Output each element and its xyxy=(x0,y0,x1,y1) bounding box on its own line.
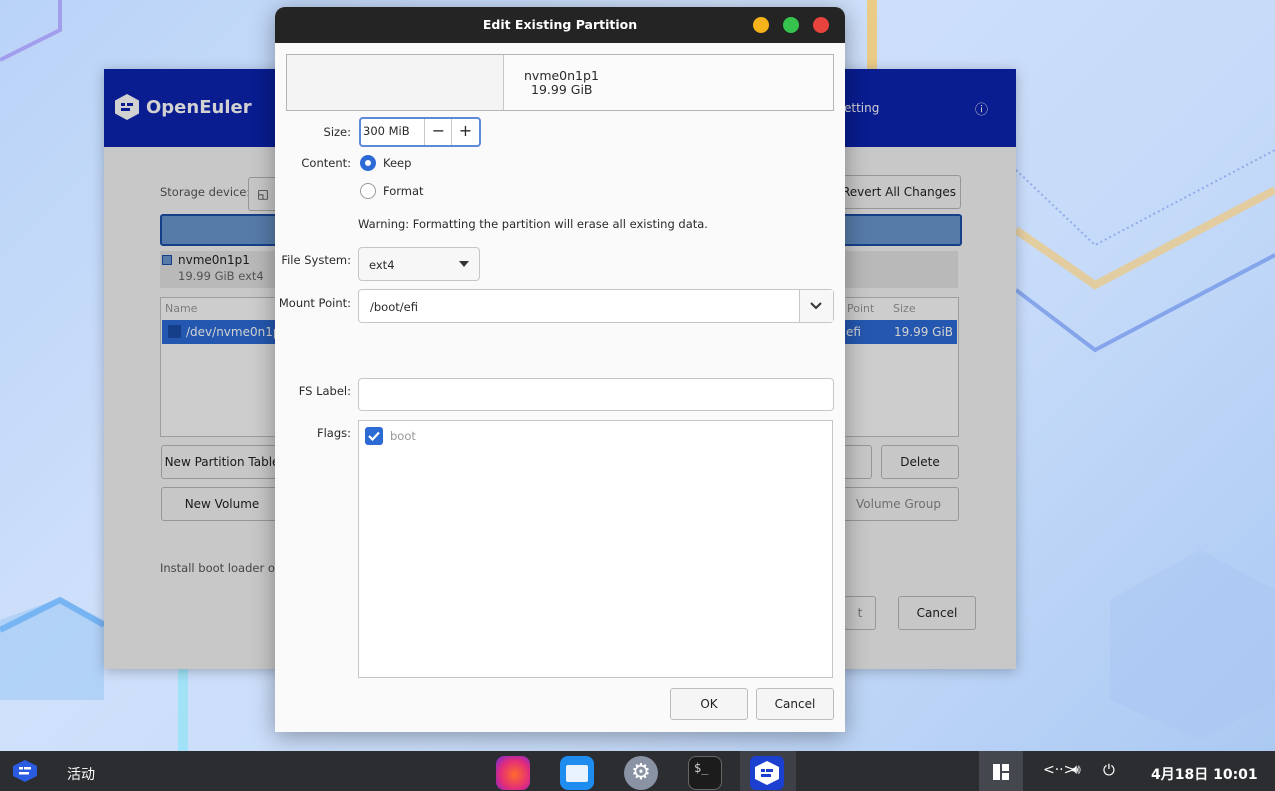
keep-label: Keep xyxy=(383,156,412,170)
mount-point-label: Mount Point: xyxy=(278,296,351,310)
filesystem-label: File System: xyxy=(281,253,351,267)
size-stepper[interactable]: 300 MiB − + xyxy=(359,117,481,147)
maximize-button[interactable] xyxy=(783,17,799,33)
size-label: Size: xyxy=(323,125,351,139)
network-icon[interactable]: <··> xyxy=(1043,762,1075,778)
openeuler-hex-icon xyxy=(755,761,779,785)
power-icon[interactable]: ⏻ xyxy=(1103,761,1115,779)
keep-radio[interactable] xyxy=(360,155,376,171)
minus-icon[interactable]: − xyxy=(424,119,452,145)
openeuler-installer-icon[interactable] xyxy=(750,756,784,790)
format-label: Format xyxy=(383,184,424,198)
taskbar: 活动 ⚙ $_ <··> 🔊︎ ⏻ 4月18日 10:01 xyxy=(0,751,1275,791)
edit-partition-dialog: Edit Existing Partition nvme0n1p1 19.99 … xyxy=(275,7,845,732)
mount-point-combo[interactable]: /boot/efi xyxy=(358,289,834,323)
partition-preview: nvme0n1p1 19.99 GiB xyxy=(286,54,834,111)
boot-flag-label: boot xyxy=(390,429,416,443)
layout-icon xyxy=(993,764,1009,780)
content-label: Content: xyxy=(301,156,351,170)
clock[interactable]: 4月18日 10:01 xyxy=(1151,764,1258,784)
plus-icon[interactable]: + xyxy=(451,119,479,145)
folder-shape xyxy=(566,765,588,782)
layout-switcher-button[interactable] xyxy=(979,751,1023,791)
dialog-cancel-button[interactable]: Cancel xyxy=(756,688,834,720)
openeuler-menu-icon[interactable] xyxy=(12,760,38,785)
partition-preview-segment xyxy=(287,55,504,110)
terminal-icon[interactable]: $_ xyxy=(688,756,722,790)
settings-icon[interactable]: ⚙ xyxy=(624,756,658,790)
preview-partition-name: nvme0n1p1 xyxy=(524,68,599,83)
format-warning: Warning: Formatting the partition will e… xyxy=(358,217,708,231)
flags-list: boot xyxy=(358,420,833,678)
firefox-icon[interactable] xyxy=(496,756,530,790)
close-button[interactable] xyxy=(813,17,829,33)
gear-icon: ⚙ xyxy=(631,760,651,785)
chevron-down-icon xyxy=(459,261,469,267)
fs-label-label: FS Label: xyxy=(298,384,351,398)
volume-icon[interactable]: 🔊︎ xyxy=(1072,762,1081,778)
boot-flag-checkbox[interactable] xyxy=(365,427,383,445)
flags-label: Flags: xyxy=(316,426,351,440)
minimize-button[interactable] xyxy=(753,17,769,33)
partition-preview-info: nvme0n1p1 19.99 GiB xyxy=(504,55,833,110)
checkmark-icon xyxy=(368,431,380,441)
dialog-titlebar[interactable]: Edit Existing Partition xyxy=(275,7,845,43)
ok-button[interactable]: OK xyxy=(670,688,748,720)
fs-label-input[interactable] xyxy=(358,378,834,411)
filesystem-dropdown[interactable]: ext4 xyxy=(358,247,480,281)
filesystem-value: ext4 xyxy=(369,258,395,272)
size-value: 300 MiB xyxy=(363,124,410,138)
activities-button[interactable]: 活动 xyxy=(67,764,95,784)
mount-point-dropdown-button[interactable] xyxy=(799,290,833,322)
preview-partition-size: 19.99 GiB xyxy=(531,82,593,97)
mount-point-value: /boot/efi xyxy=(370,300,418,314)
files-icon[interactable] xyxy=(560,756,594,790)
terminal-prompt-icon: $_ xyxy=(694,761,709,775)
chevron-down-icon xyxy=(810,302,822,310)
format-radio[interactable] xyxy=(360,183,376,199)
dialog-content: nvme0n1p1 19.99 GiB Size: 300 MiB − + Co… xyxy=(275,43,845,732)
